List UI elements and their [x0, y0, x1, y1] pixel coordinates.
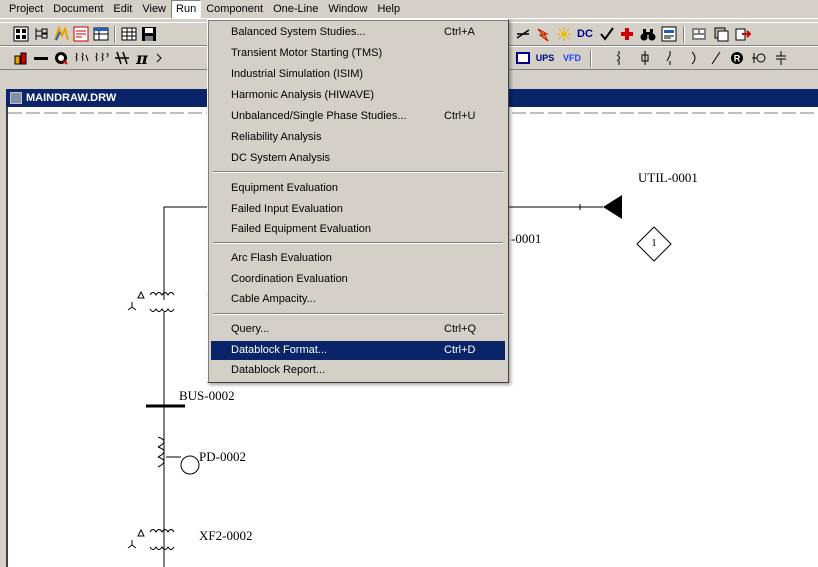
menu-item-unbalanced-studies[interactable]: Unbalanced/Single Phase Studies... Ctrl+U: [211, 107, 505, 126]
menu-item-label: Balanced System Studies...: [231, 26, 366, 38]
menu-item-shortcut: Ctrl+A: [444, 26, 475, 38]
multicolor-icon[interactable]: [52, 25, 70, 43]
menu-item-label: Transient Motor Starting (TMS): [231, 47, 383, 59]
menu-item-dc-system-analysis[interactable]: DC System Analysis: [211, 149, 505, 168]
menu-item-equipment-evaluation[interactable]: Equipment Evaluation: [211, 179, 505, 198]
menu-view[interactable]: View: [137, 0, 171, 19]
utility-label[interactable]: UTIL-0001: [638, 170, 698, 186]
menu-item-label: DC System Analysis: [231, 152, 331, 164]
diamond-number: 1: [651, 237, 657, 249]
ups-icon[interactable]: UPS: [533, 49, 557, 67]
menu-item-label: Harmonic Analysis (HIWAVE): [231, 89, 375, 101]
menu-item-datablock-format[interactable]: Datablock Format... Ctrl+D: [211, 341, 505, 360]
svg-text:R: R: [734, 54, 741, 64]
spreadsheet-icon[interactable]: [120, 25, 138, 43]
menu-item-query[interactable]: Query... Ctrl+Q: [211, 320, 505, 339]
vfd-icon[interactable]: VFD: [560, 49, 584, 67]
document-title: MAINDRAW.DRW: [26, 92, 117, 104]
menu-item-label: Coordination Evaluation: [231, 273, 348, 285]
grid-icon[interactable]: [12, 25, 30, 43]
menu-item-label: Failed Equipment Evaluation: [231, 223, 372, 235]
registered-icon[interactable]: R: [728, 49, 746, 67]
menu-item-arc-flash-evaluation[interactable]: Arc Flash Evaluation: [211, 249, 505, 268]
pi-section-icon[interactable]: π: [133, 49, 151, 68]
transformer-icon[interactable]: [73, 49, 91, 67]
check-icon[interactable]: [598, 25, 616, 43]
breaker-icon[interactable]: [610, 49, 628, 67]
panel-icon[interactable]: [690, 25, 708, 43]
menu-item-label: Industrial Simulation (ISIM): [231, 68, 364, 80]
capacitor-icon[interactable]: [772, 49, 790, 67]
reactor-icon[interactable]: [113, 49, 131, 67]
menu-item-shortcut: Ctrl+D: [444, 344, 476, 356]
menu-item-industrial-simulation[interactable]: Industrial Simulation (ISIM): [211, 65, 505, 84]
report-icon[interactable]: [72, 25, 90, 43]
menu-item-failed-input-evaluation[interactable]: Failed Input Evaluation: [211, 200, 505, 219]
menu-one-line[interactable]: One-Line: [268, 0, 323, 19]
disconnect-icon[interactable]: [707, 49, 725, 67]
menu-item-label: Failed Input Evaluation: [231, 203, 343, 215]
menu-bar: Project Document Edit View Run Component…: [0, 0, 818, 19]
menu-item-label: Cable Ampacity...: [231, 293, 316, 305]
load-icon[interactable]: [750, 49, 768, 67]
fault-icon[interactable]: [534, 25, 552, 43]
menu-help[interactable]: Help: [372, 0, 405, 19]
feeder-label-partial[interactable]: -0001: [511, 231, 541, 247]
form-icon[interactable]: [660, 25, 678, 43]
menu-item-label: Unbalanced/Single Phase Studies...: [231, 110, 407, 122]
relay-icon[interactable]: [686, 49, 704, 67]
menu-document[interactable]: Document: [48, 0, 108, 19]
menu-component[interactable]: Component: [201, 0, 268, 19]
menu-item-label: Datablock Report...: [231, 364, 326, 376]
fuse-icon[interactable]: [636, 49, 654, 67]
menu-item-reliability-analysis[interactable]: Reliability Analysis: [211, 128, 505, 147]
run-menu-dropdown: Balanced System Studies... Ctrl+A Transie…: [207, 19, 509, 383]
menu-item-shortcut: Ctrl+U: [444, 110, 476, 122]
bus-icon[interactable]: [32, 49, 50, 67]
three-winding-icon[interactable]: [93, 49, 111, 67]
menu-edit[interactable]: Edit: [108, 0, 137, 19]
overflow-icon[interactable]: [152, 49, 170, 67]
export-icon[interactable]: [734, 25, 752, 43]
menu-item-label: Query...: [231, 323, 270, 335]
menu-item-label: Datablock Format...: [231, 344, 327, 356]
xf2-label[interactable]: XF2-0002: [199, 528, 252, 544]
menu-item-failed-equipment-evaluation[interactable]: Failed Equipment Evaluation: [211, 220, 505, 239]
menu-item-cable-ampacity[interactable]: Cable Ampacity...: [211, 290, 505, 309]
menu-item-datablock-report[interactable]: Datablock Report...: [211, 361, 505, 380]
box-icon[interactable]: [514, 49, 532, 67]
menu-item-transient-motor-starting[interactable]: Transient Motor Starting (TMS): [211, 44, 505, 63]
run-study-icon[interactable]: [514, 25, 532, 43]
utility-icon[interactable]: [12, 49, 30, 67]
sheets-icon[interactable]: [712, 25, 730, 43]
red-cross-icon[interactable]: [618, 25, 636, 43]
menu-window[interactable]: Window: [323, 0, 372, 19]
switch-icon[interactable]: [661, 49, 679, 67]
menu-item-label: Reliability Analysis: [231, 131, 322, 143]
save-icon[interactable]: [140, 25, 158, 43]
menu-project[interactable]: Project: [4, 0, 48, 19]
tree-icon[interactable]: [32, 25, 50, 43]
menu-item-label: Arc Flash Evaluation: [231, 252, 332, 264]
menu-item-label: Equipment Evaluation: [231, 182, 339, 194]
pd-label[interactable]: PD-0002: [199, 449, 246, 465]
menu-run[interactable]: Run: [171, 0, 202, 19]
dc-icon[interactable]: DC: [576, 25, 594, 43]
binoculars-icon[interactable]: [639, 25, 657, 43]
menu-item-shortcut: Ctrl+Q: [444, 323, 477, 335]
menu-item-coordination-evaluation[interactable]: Coordination Evaluation: [211, 270, 505, 289]
bus-label[interactable]: BUS-0002: [179, 388, 235, 404]
sun-icon[interactable]: [555, 25, 573, 43]
menu-separator: [213, 313, 503, 315]
generator-icon[interactable]: [52, 49, 70, 67]
menu-separator: [213, 242, 503, 244]
document-icon: [10, 92, 22, 104]
menu-item-balanced-system-studies[interactable]: Balanced System Studies... Ctrl+A: [211, 23, 505, 42]
menu-separator: [213, 171, 503, 173]
menu-item-harmonic-analysis[interactable]: Harmonic Analysis (HIWAVE): [211, 86, 505, 105]
table-icon[interactable]: [92, 25, 110, 43]
